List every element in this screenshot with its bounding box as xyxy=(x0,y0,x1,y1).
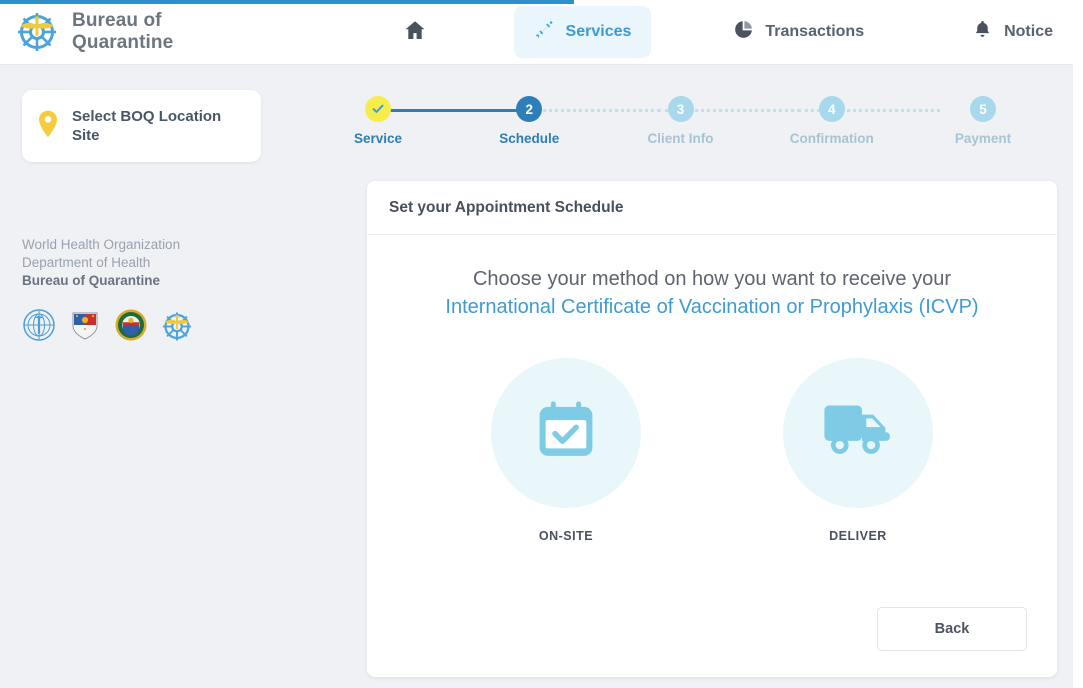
nav-item-notice-label: Notice xyxy=(1004,23,1053,40)
stepper-step-service-circle xyxy=(365,96,391,122)
card-footer: Back xyxy=(367,607,1057,677)
delivery-method-options: ON-SITE DELIVER xyxy=(401,357,1023,543)
delivery-truck-icon xyxy=(821,393,895,472)
option-deliver-label: DELIVER xyxy=(829,528,887,543)
brand-title: Bureau of Quarantine xyxy=(72,10,174,53)
page-loading-progress-bar xyxy=(0,0,574,4)
option-on-site-circle xyxy=(491,357,641,508)
pie-chart-icon xyxy=(733,19,754,45)
card-header: Set your Appointment Schedule xyxy=(367,181,1057,235)
stepper-step-client-info-circle: 3 xyxy=(667,96,694,122)
stepper-step-confirmation-label: Confirmation xyxy=(789,131,874,146)
boq-ship-wheel-caduceus-logo-icon xyxy=(14,7,60,58)
stepper-step-client-info[interactable]: 3 Client Info xyxy=(625,96,737,146)
org-line-doh: Department of Health xyxy=(22,255,151,271)
stepper-step-confirmation-circle: 4 xyxy=(818,96,845,122)
option-deliver-circle xyxy=(783,357,933,508)
choose-method-heading-plain: Choose your method on how you want to re… xyxy=(472,268,952,290)
organization-block: World Health Organization Department of … xyxy=(22,236,278,290)
bell-icon xyxy=(972,19,993,45)
calendar-check-icon xyxy=(533,397,599,468)
page-scrollbar[interactable] xyxy=(1073,0,1083,688)
stepper-steps: Service 2 Schedule 3 Client Info 4 Confi… xyxy=(322,96,1039,146)
app-header: Bureau of Quarantine Services Transactio… xyxy=(0,0,1073,65)
main-content: Service 2 Schedule 3 Client Info 4 Confi… xyxy=(300,65,1073,688)
nav-item-home[interactable] xyxy=(387,5,454,60)
brand[interactable]: Bureau of Quarantine xyxy=(14,7,265,58)
stepper-step-schedule-circle: 2 xyxy=(516,96,543,122)
bureau-of-quarantine-logo-icon xyxy=(160,308,194,342)
stepper-step-confirmation[interactable]: 4 Confirmation xyxy=(776,96,888,146)
back-button[interactable]: Back xyxy=(877,607,1027,651)
stepper-step-payment-circle: 5 xyxy=(970,96,996,122)
appointment-stepper: Service 2 Schedule 3 Client Info 4 Confi… xyxy=(300,96,1073,168)
who-logo-icon xyxy=(22,308,56,342)
stepper-step-service[interactable]: Service xyxy=(322,96,434,146)
nav-item-services[interactable]: Services xyxy=(513,6,652,58)
icvp-highlight-text: International Certificate of Vaccination… xyxy=(445,296,979,319)
card-body: Choose your method on how you want to re… xyxy=(367,235,1057,607)
option-deliver[interactable]: DELIVER xyxy=(783,357,933,543)
appointment-schedule-card: Set your Appointment Schedule Choose you… xyxy=(367,181,1057,677)
stepper-step-payment[interactable]: 5 Payment xyxy=(927,96,1039,146)
select-boq-location-site-label: Select BOQ Location Site xyxy=(72,108,222,145)
philippines-coat-of-arms-logo-icon xyxy=(68,308,102,342)
nav-item-services-label: Services xyxy=(565,23,632,40)
option-on-site[interactable]: ON-SITE xyxy=(491,357,641,543)
stepper-step-client-info-label: Client Info xyxy=(647,131,714,146)
home-icon xyxy=(403,18,427,47)
nav-item-notice[interactable]: Notice xyxy=(952,6,1073,58)
stepper-step-schedule-label: Schedule xyxy=(499,131,560,146)
choose-method-heading: Choose your method on how you want to re… xyxy=(401,265,1023,322)
select-boq-location-site-button[interactable]: Select BOQ Location Site xyxy=(22,90,261,163)
stepper-step-payment-label: Payment xyxy=(954,131,1012,146)
sidebar: Select BOQ Location Site World Health Or… xyxy=(0,65,300,688)
nav-item-transactions[interactable]: Transactions xyxy=(713,6,884,58)
nav-item-transactions-label: Transactions xyxy=(765,23,865,40)
partner-logo-row xyxy=(22,308,278,342)
map-pin-icon xyxy=(36,109,60,144)
org-line-who: World Health Organization xyxy=(22,237,181,253)
syringe-icon xyxy=(534,19,555,45)
check-icon xyxy=(372,104,384,113)
stepper-step-service-label: Service xyxy=(353,131,403,146)
card-title: Set your Appointment Schedule xyxy=(389,199,624,216)
stepper-step-schedule[interactable]: 2 Schedule xyxy=(473,96,585,146)
department-of-health-seal-logo-icon xyxy=(114,308,148,342)
option-on-site-label: ON-SITE xyxy=(538,528,594,543)
main-nav: Services Transactions Notice xyxy=(387,5,1073,60)
org-line-boq: Bureau of Quarantine xyxy=(22,273,161,289)
